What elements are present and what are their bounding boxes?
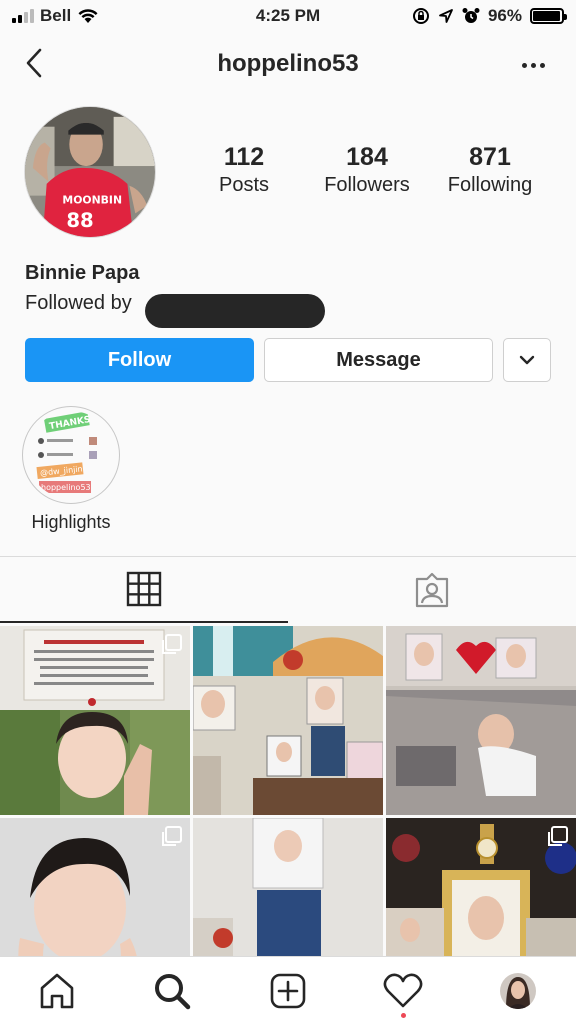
profile-header: hoppelino53: [0, 34, 576, 96]
status-right: 96%: [412, 6, 567, 26]
stat-posts-label: Posts: [218, 174, 270, 196]
back-button[interactable]: [18, 46, 50, 80]
stat-followers-label: Followers: [324, 174, 410, 196]
multiple-posts-icon: [162, 826, 182, 846]
bottom-navigation: [0, 956, 576, 1024]
highlight-thumb-text-3: hoppelino53: [41, 483, 91, 492]
message-button[interactable]: Message: [264, 338, 493, 382]
stat-followers[interactable]: 184 Followers: [307, 142, 427, 198]
profile-avatar[interactable]: MOONBIN 88: [24, 106, 156, 238]
follow-button[interactable]: Follow: [25, 338, 254, 382]
profile-avatar: [500, 973, 536, 1009]
stat-followers-value: 184: [346, 143, 388, 171]
highlight-cover: THANKS @dw_jinjin hoppelino53: [27, 411, 115, 499]
post-thumbnail[interactable]: [386, 818, 576, 956]
display-name: Binnie Papa: [25, 262, 140, 284]
nav-search[interactable]: [148, 969, 196, 1013]
notification-dot: [401, 1013, 406, 1018]
profile-photo: MOONBIN 88: [25, 107, 155, 237]
stat-following-label: Following: [447, 174, 533, 196]
redacted-followers: [145, 294, 325, 328]
highlight-thumbnail: THANKS @dw_jinjin hoppelino53: [27, 411, 115, 499]
nav-activity[interactable]: [379, 969, 427, 1018]
stat-posts[interactable]: 112 Posts: [184, 142, 304, 198]
tab-tagged[interactable]: [288, 557, 576, 623]
post-thumbnail[interactable]: [386, 626, 576, 815]
chevron-down-icon: [519, 355, 535, 365]
post-thumbnail[interactable]: [193, 818, 383, 956]
followed-by-label[interactable]: Followed by: [25, 292, 132, 315]
battery-percent: 96%: [487, 6, 522, 25]
post-image: [193, 626, 383, 815]
new-post-icon: [270, 973, 306, 1009]
username-title: hoppelino53: [217, 50, 359, 77]
post-image: [193, 818, 383, 956]
svg-text:88: 88: [66, 209, 93, 232]
status-bar: Bell 4:25 PM 96%: [0, 0, 576, 34]
location-icon: [439, 9, 453, 23]
nav-home[interactable]: [33, 969, 81, 1013]
more-icon: [521, 62, 545, 68]
profile-tabs: [0, 557, 576, 625]
posts-grid: [0, 626, 576, 956]
search-icon: [155, 974, 191, 1010]
post-thumbnail[interactable]: [0, 626, 190, 815]
post-thumbnail[interactable]: [193, 626, 383, 815]
stat-following[interactable]: 871 Following: [430, 142, 550, 198]
svg-text:MOONBIN: MOONBIN: [62, 194, 122, 207]
nav-new-post[interactable]: [264, 969, 312, 1013]
alarm-icon: [462, 8, 480, 23]
highlight-label[interactable]: Highlights: [0, 512, 142, 533]
more-options-button[interactable]: [516, 54, 550, 76]
battery-fill: [533, 11, 560, 21]
orientation-lock-icon: [412, 8, 429, 24]
tab-posts-grid[interactable]: [0, 557, 288, 623]
battery-icon: [530, 8, 567, 24]
post-thumbnail[interactable]: [0, 818, 190, 956]
home-icon: [40, 973, 74, 1009]
chevron-left-icon: [26, 48, 42, 78]
stat-posts-value: 112: [223, 143, 265, 171]
multiple-posts-icon: [162, 634, 182, 654]
story-highlight[interactable]: THANKS @dw_jinjin hoppelino53: [22, 406, 120, 504]
suggested-accounts-button[interactable]: [503, 338, 551, 382]
multiple-posts-icon: [548, 826, 568, 846]
nav-profile[interactable]: [494, 969, 542, 1013]
stat-following-value: 871: [469, 143, 511, 171]
grid-icon: [126, 571, 162, 607]
post-image: [386, 626, 576, 815]
heart-icon: [383, 973, 423, 1008]
tagged-icon: [415, 572, 449, 608]
